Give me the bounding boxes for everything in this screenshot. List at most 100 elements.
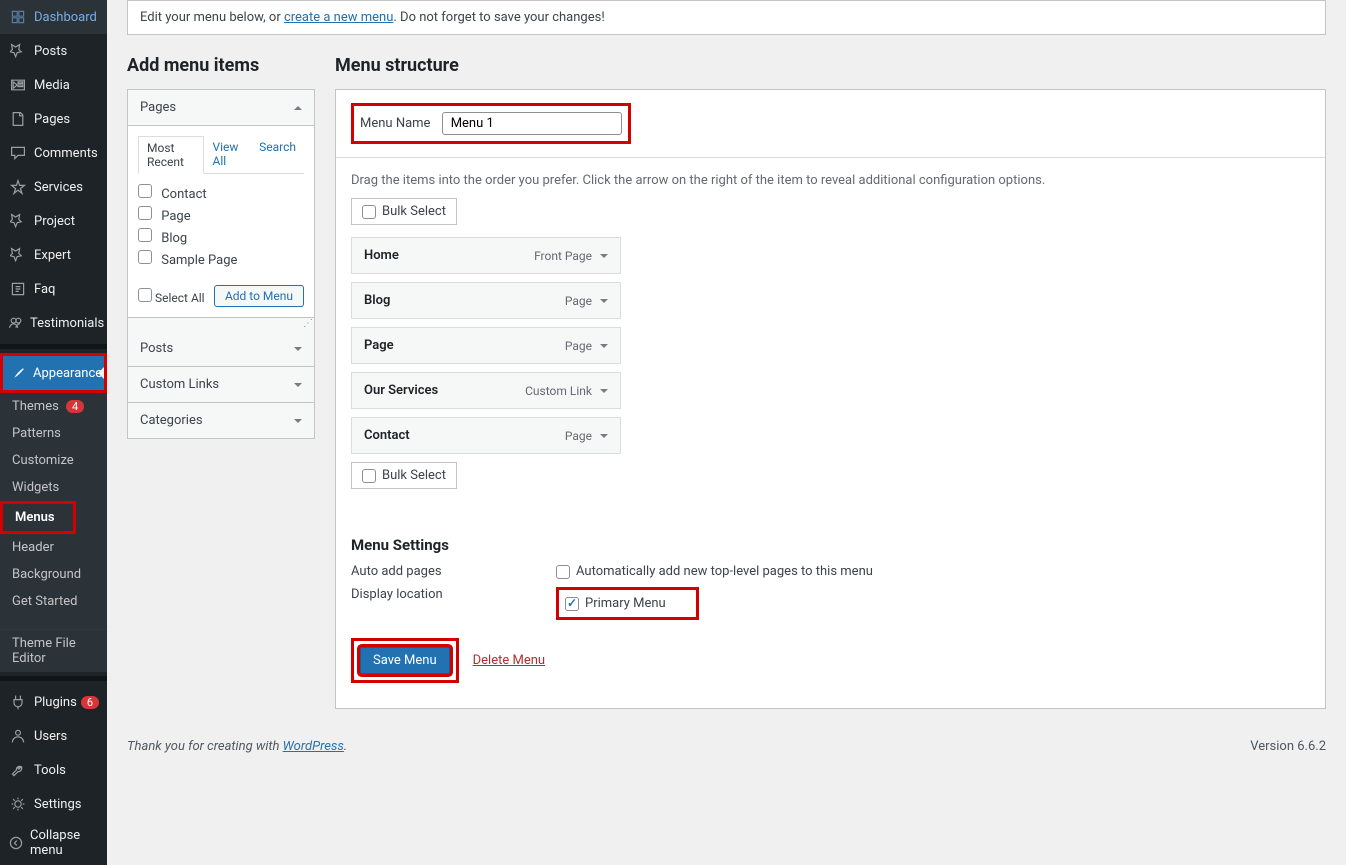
wordpress-link[interactable]: WordPress (283, 739, 344, 754)
chevron-down-icon[interactable] (600, 389, 608, 397)
sidebar-item-project[interactable]: Project (0, 204, 107, 238)
tab-search[interactable]: Search (251, 136, 304, 173)
menu-name-label: Menu Name (360, 116, 430, 131)
save-menu-button[interactable]: Save Menu (360, 647, 450, 674)
sidebar-item-media[interactable]: Media (0, 68, 107, 102)
display-location-label: Display location (351, 587, 556, 620)
menu-item-home[interactable]: HomeFront Page (351, 237, 621, 274)
accordion-custom-links[interactable]: Custom Links (128, 367, 314, 403)
menu-name-input[interactable] (442, 112, 622, 135)
count-badge: 4 (66, 400, 84, 413)
chevron-down-icon (294, 383, 302, 391)
sidebar-sub-customize[interactable]: Customize (0, 447, 107, 474)
tab-view-all[interactable]: View All (204, 136, 251, 173)
menu-settings-title: Menu Settings (351, 536, 1310, 554)
help-text: Drag the items into the order you prefer… (351, 173, 1310, 188)
auto-add-option[interactable]: Automatically add new top-level pages to… (556, 564, 873, 579)
bulk-select-bottom[interactable]: Bulk Select (351, 462, 457, 489)
sidebar-item-pages[interactable]: Pages (0, 102, 107, 136)
sidebar-item-appearance[interactable]: Appearance (0, 353, 107, 393)
accordion-posts[interactable]: Posts (128, 331, 314, 367)
sidebar-item-posts[interactable]: Posts (0, 34, 107, 68)
admin-sidebar: DashboardPostsMedia Pages Comments Services… (0, 0, 107, 865)
sidebar-item-plugins[interactable]: Plugins6 (0, 685, 107, 719)
sidebar-label: Pages (34, 112, 70, 127)
page-checkbox[interactable] (138, 206, 152, 220)
chevron-down-icon (294, 347, 302, 355)
menu-item-our-services[interactable]: Our ServicesCustom Link (351, 372, 621, 409)
active-arrow-icon (92, 367, 104, 379)
sidebar-sub-get-started[interactable]: Get Started (0, 588, 107, 615)
menu-item-type: Front Page (534, 249, 608, 263)
users-icon (8, 313, 24, 333)
chevron-down-icon[interactable] (600, 344, 608, 352)
sidebar-item-faq[interactable]: Faq (0, 272, 107, 306)
bulk-checkbox[interactable] (362, 469, 376, 483)
menu-item-type: Page (565, 339, 608, 353)
sidebar-sub-theme-file-editor[interactable]: Theme File Editor (0, 630, 107, 672)
sidebar-sub-background[interactable]: Background (0, 561, 107, 588)
page-option-page[interactable]: Page (138, 204, 304, 226)
sidebar-separator (0, 344, 107, 349)
sidebar-label: Collapse menu (30, 828, 99, 858)
sidebar-sub-header[interactable]: Header (0, 534, 107, 561)
bulk-checkbox[interactable] (362, 205, 376, 219)
menu-item-label: Contact (364, 428, 410, 443)
menu-item-contact[interactable]: ContactPage (351, 417, 621, 454)
chevron-up-icon (294, 102, 302, 110)
primary-menu-checkbox[interactable] (565, 597, 579, 611)
sidebar-item-expert[interactable]: Expert (0, 238, 107, 272)
add-items-title: Add menu items (127, 55, 315, 76)
sidebar-item-testimonials[interactable]: Testimonials (0, 306, 107, 340)
primary-menu-text: Primary Menu (585, 596, 666, 611)
page-option-blog[interactable]: Blog (138, 226, 304, 248)
sidebar-item-tools[interactable]: Tools (0, 753, 107, 787)
page-checkbox[interactable] (138, 250, 152, 264)
sidebar-label: Expert (34, 248, 71, 263)
menu-item-label: Page (364, 338, 394, 353)
sidebar-item-dashboard[interactable]: Dashboard (0, 0, 107, 34)
notice-text: . Do not forget to save your changes! (393, 10, 604, 25)
menu-item-blog[interactable]: BlogPage (351, 282, 621, 319)
chevron-down-icon[interactable] (600, 299, 608, 307)
sidebar-sub-widgets[interactable]: Widgets (0, 474, 107, 501)
page-option-sample-page[interactable]: Sample Page (138, 248, 304, 270)
pin-icon (8, 41, 28, 61)
chevron-down-icon[interactable] (600, 434, 608, 442)
select-all-checkbox[interactable] (138, 288, 152, 302)
resize-handle[interactable]: ⋰ (128, 318, 314, 331)
bulk-select-top[interactable]: Bulk Select (351, 198, 457, 225)
sidebar-label: Services (34, 180, 83, 195)
sidebar-separator (0, 676, 107, 681)
page-checkbox[interactable] (138, 184, 152, 198)
star-icon (8, 177, 28, 197)
tab-most-recent[interactable]: Most Recent (138, 136, 204, 174)
sidebar-sub-menus[interactable]: Menus (0, 501, 76, 534)
accordion-categories[interactable]: Categories (128, 403, 314, 438)
sidebar-sub-themes[interactable]: Themes 4 (0, 393, 107, 420)
select-all-label[interactable]: Select All (138, 288, 205, 305)
sidebar-item-services[interactable]: Services (0, 170, 107, 204)
menu-item-type: Custom Link (525, 384, 608, 398)
sidebar-label: Testimonials (30, 316, 104, 331)
primary-menu-option[interactable]: Primary Menu (565, 596, 666, 611)
brush-icon (11, 363, 27, 383)
sidebar-item-comments[interactable]: Comments (0, 136, 107, 170)
page-checkbox[interactable] (138, 228, 152, 242)
accordion-pages[interactable]: Pages (128, 90, 314, 126)
sidebar-item-settings[interactable]: Settings (0, 787, 107, 821)
delete-menu-link[interactable]: Delete Menu (473, 653, 545, 668)
sidebar-item-collapse-menu[interactable]: Collapse menu (0, 821, 107, 865)
menu-item-page[interactable]: Page Page (351, 327, 621, 364)
notice-text: Edit your menu below, or (140, 10, 284, 25)
add-to-menu-button[interactable]: Add to Menu (214, 285, 304, 307)
count-badge: 6 (81, 696, 99, 709)
auto-add-checkbox[interactable] (556, 565, 570, 579)
page-option-contact[interactable]: Contact (138, 182, 304, 204)
sidebar-item-users[interactable]: Users (0, 719, 107, 753)
auto-add-text: Automatically add new top-level pages to… (576, 564, 873, 579)
create-menu-link[interactable]: create a new menu (284, 10, 393, 25)
sidebar-sub-patterns[interactable]: Patterns (0, 420, 107, 447)
comments-icon (8, 143, 28, 163)
chevron-down-icon[interactable] (600, 254, 608, 262)
